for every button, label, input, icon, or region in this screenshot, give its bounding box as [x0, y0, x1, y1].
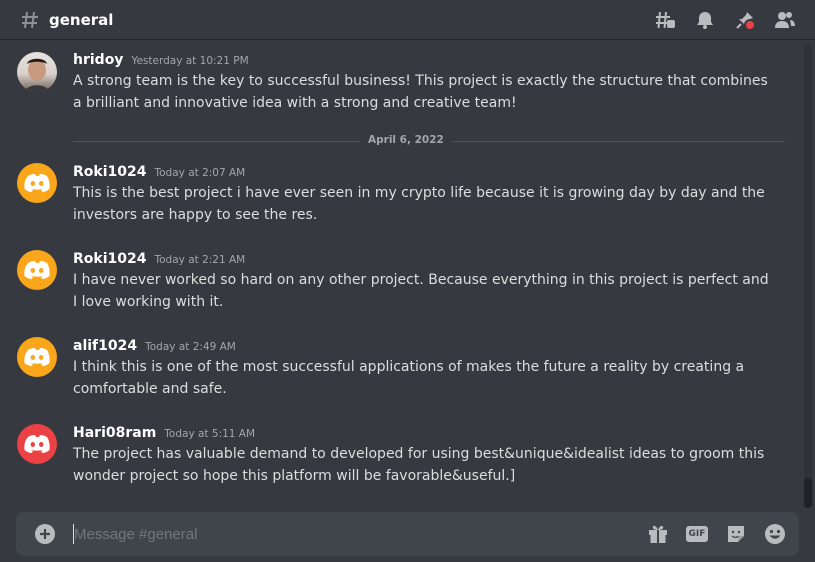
- message-header: Roki1024 Today at 2:21 AM: [73, 251, 245, 267]
- notification-dot: [744, 19, 756, 31]
- scrollbar-thumb[interactable]: [804, 478, 812, 508]
- sticker-icon[interactable]: [724, 522, 748, 546]
- scrollbar-track[interactable]: [804, 44, 812, 504]
- message-input[interactable]: [74, 523, 614, 545]
- avatar[interactable]: [17, 424, 57, 464]
- message-text: The project has valuable demand to devel…: [73, 446, 765, 484]
- hash-icon: [19, 9, 41, 31]
- gif-icon[interactable]: GIF: [685, 522, 709, 546]
- gift-icon[interactable]: [646, 522, 670, 546]
- author-name[interactable]: Hari08ram: [73, 425, 156, 441]
- timestamp: Today at 2:07 AM: [154, 167, 246, 179]
- message-composer: GIF: [16, 512, 799, 556]
- bell-icon[interactable]: [692, 7, 718, 33]
- message-header: hridoy Yesterday at 10:21 PM: [73, 52, 249, 68]
- date-divider-label: April 6, 2022: [360, 134, 452, 146]
- message-header: alif1024 Today at 2:49 AM: [73, 338, 236, 354]
- avatar[interactable]: [17, 163, 57, 203]
- message-text: I think this is one of the most successf…: [73, 359, 745, 397]
- avatar[interactable]: [17, 337, 57, 377]
- timestamp: Today at 5:11 AM: [164, 428, 256, 440]
- author-name[interactable]: hridoy: [73, 52, 123, 68]
- avatar[interactable]: [17, 250, 57, 290]
- emoji-icon[interactable]: [763, 522, 787, 546]
- author-name[interactable]: Roki1024: [73, 164, 146, 180]
- timestamp: Yesterday at 10:21 PM: [131, 55, 249, 67]
- timestamp: Today at 2:21 AM: [154, 254, 246, 266]
- message-header: Hari08ram Today at 5:11 AM: [73, 425, 255, 441]
- avatar[interactable]: [17, 52, 57, 92]
- message-list[interactable]: hridoy Yesterday at 10:21 PM A strong te…: [0, 39, 815, 507]
- pin-icon[interactable]: [732, 7, 758, 33]
- message-text: This is the best project i have ever see…: [73, 185, 765, 223]
- members-icon[interactable]: [772, 7, 798, 33]
- discord-channel-view: general hridoy Yesterday at 10:21 PM A s…: [0, 0, 815, 562]
- message-header: Roki1024 Today at 2:07 AM: [73, 164, 245, 180]
- plus-circle-icon[interactable]: [35, 524, 55, 544]
- gif-label: GIF: [685, 526, 709, 542]
- author-name[interactable]: Roki1024: [73, 251, 146, 267]
- threads-icon[interactable]: [652, 7, 678, 33]
- timestamp: Today at 2:49 AM: [145, 341, 236, 353]
- composer-toolbar: GIF: [646, 522, 787, 546]
- author-name[interactable]: alif1024: [73, 338, 137, 354]
- message-text: I have never worked so hard on any other…: [73, 272, 769, 310]
- header-toolbar: [652, 7, 798, 33]
- channel-name: general: [49, 10, 114, 29]
- message-text: A strong team is the key to successful b…: [73, 73, 768, 111]
- channel-header: general: [0, 0, 815, 39]
